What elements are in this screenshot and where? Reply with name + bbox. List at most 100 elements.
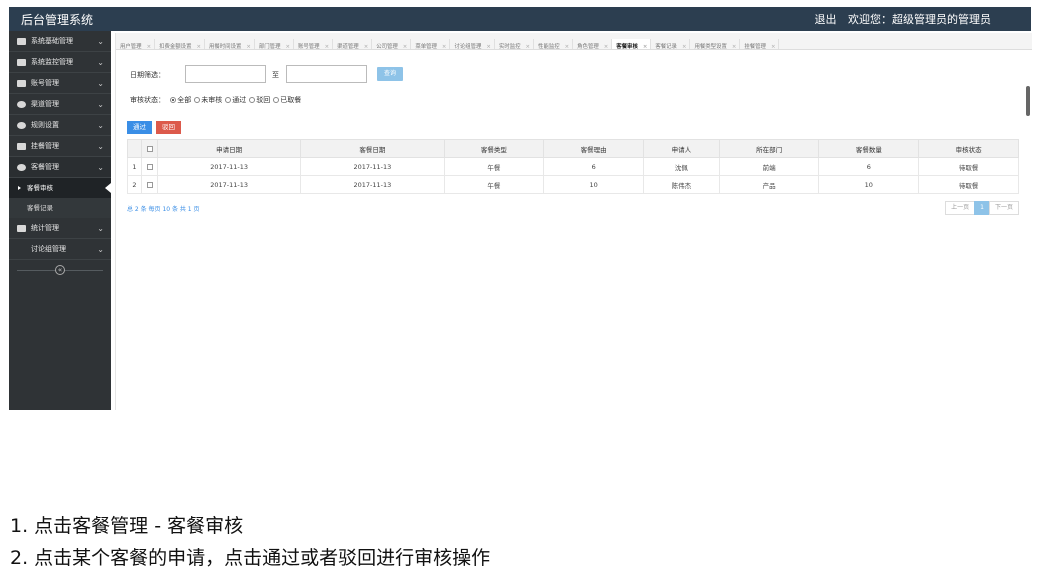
close-icon[interactable]: × — [246, 44, 251, 49]
sidebar-item-channel[interactable]: 渠道管理 ⌄ — [9, 94, 111, 115]
hand-icon — [17, 142, 26, 150]
cell-status: 待取餐 — [918, 157, 1019, 176]
tab-item[interactable]: 部门管理 × — [255, 39, 294, 49]
sidebar-item-account[interactable]: 账号管理 ⌄ — [9, 73, 111, 94]
status-filter: 审核状态： 全部 未审核 通过 驳回 已取餐 — [130, 95, 301, 105]
tab-label: 客餐记录 — [655, 44, 677, 50]
prev-page-button[interactable]: 上一页 — [945, 201, 976, 215]
row-index: 1 — [127, 157, 142, 176]
sidebar-item-label: 规则设置 — [31, 121, 59, 129]
tab-item[interactable]: 账号管理 × — [294, 39, 334, 50]
close-icon[interactable]: × — [771, 44, 776, 49]
sidebar-subitem-guest-meal-records[interactable]: 客餐记录 — [9, 198, 111, 218]
index-header — [127, 139, 142, 158]
table-row[interactable]: 2 2017-11-13 2017-11-13 午餐 10 陈伟杰 产品 10 … — [127, 175, 1019, 194]
next-page-button[interactable]: 下一页 — [988, 201, 1019, 215]
reject-button[interactable]: 驳回 — [156, 121, 181, 134]
close-icon[interactable]: × — [486, 44, 491, 49]
cell-quantity: 10 — [818, 175, 920, 194]
image-icon — [17, 79, 26, 87]
sidebar-item-discussion[interactable]: 讨论组管理 ⌄ — [9, 239, 111, 260]
close-icon[interactable]: × — [643, 44, 648, 49]
row-checkbox[interactable] — [146, 163, 153, 170]
tab-item[interactable]: 实时监控 × — [495, 39, 535, 50]
chevron-down-icon: ⌄ — [97, 79, 104, 88]
sidebar-item-system-monitor[interactable]: 系统监控管理 ⌄ — [9, 52, 111, 73]
cell-department: 前端 — [718, 157, 820, 176]
tab-item[interactable]: 客餐记录 × — [651, 39, 691, 50]
tab-label: 渠道管理 — [337, 44, 359, 50]
tab-item[interactable]: 性能监控 × — [534, 39, 574, 50]
page-number-button[interactable]: 1 — [974, 201, 990, 215]
close-icon[interactable]: × — [147, 44, 152, 49]
tab-item[interactable]: 扣费金额设置 × — [155, 39, 205, 49]
close-icon[interactable]: × — [682, 44, 687, 49]
chevron-down-icon: ⌄ — [97, 121, 104, 130]
status-radio[interactable] — [170, 97, 177, 103]
tab-item[interactable]: 讨论组管理 × — [450, 39, 495, 50]
status-radio[interactable] — [225, 97, 232, 103]
tab-item[interactable]: 用餐类型设置 × — [690, 39, 741, 49]
sidebar-item-label: 系统基础管理 — [31, 37, 73, 45]
close-icon[interactable]: × — [285, 44, 290, 49]
status-option-label: 通过 — [232, 96, 247, 104]
sidebar-item-rules[interactable]: 规则设置 ⌄ — [9, 115, 111, 136]
table-row[interactable]: 1 2017-11-13 2017-11-13 午餐 6 沈佩 前端 6 待取餐 — [127, 157, 1019, 176]
status-radio[interactable] — [194, 97, 201, 103]
close-icon[interactable]: × — [442, 44, 447, 49]
select-all-checkbox[interactable] — [146, 145, 153, 152]
cell-applicant: 沈佩 — [643, 157, 720, 176]
date-to-input[interactable] — [286, 65, 367, 83]
collapse-sidebar-button[interactable]: « — [55, 265, 65, 275]
sidebar-item-system-basic[interactable]: 系统基础管理 ⌄ — [9, 31, 111, 52]
sidebar-item-statistics[interactable]: 统计管理 ⌄ — [9, 218, 111, 239]
close-icon[interactable]: × — [565, 44, 570, 49]
row-select-cell — [141, 175, 158, 194]
close-icon[interactable]: × — [196, 44, 201, 49]
logout-link[interactable]: 退出 — [815, 13, 837, 26]
query-button[interactable]: 查询 — [377, 67, 403, 81]
tab-item[interactable]: 客餐审核 × — [612, 39, 652, 50]
tab-item[interactable]: 用餐时间设置 × — [205, 39, 255, 50]
date-to-label: 至 — [272, 71, 279, 79]
close-icon[interactable]: × — [604, 44, 609, 49]
sidebar-item-hang-meal[interactable]: 挂餐管理 ⌄ — [9, 136, 111, 157]
sidebar-item-guest-meal[interactable]: 客餐管理 ⌄ — [9, 157, 111, 178]
sidebar-item-label: 账号管理 — [31, 79, 59, 87]
tab-item[interactable]: 角色管理 × — [573, 39, 613, 49]
row-select-cell — [141, 157, 158, 176]
close-icon[interactable]: × — [364, 44, 369, 49]
tab-item[interactable]: 用户管理 × — [116, 39, 156, 49]
date-from-input[interactable] — [185, 65, 266, 83]
tab-label: 用餐时间设置 — [209, 44, 242, 50]
status-radio[interactable] — [249, 97, 256, 103]
close-icon[interactable]: × — [325, 44, 330, 49]
sidebar-item-label: 统计管理 — [31, 224, 59, 232]
column-header: 客餐数量 — [818, 139, 920, 158]
status-radio[interactable] — [273, 97, 280, 103]
close-icon[interactable]: × — [403, 44, 408, 49]
tab-item[interactable]: 菜单管理 × — [411, 39, 451, 49]
tab-item[interactable]: 挂餐管理 × — [740, 39, 780, 49]
tab-label: 讨论组管理 — [454, 44, 482, 50]
column-header: 客餐理由 — [543, 139, 644, 158]
date-filter-label: 日期筛选： — [130, 71, 165, 79]
tab-label: 性能监控 — [538, 44, 560, 50]
approve-button[interactable]: 通过 — [127, 121, 152, 134]
top-bar: 后台管理系统 退出 欢迎您：超级管理员的管理员 — [9, 7, 1031, 31]
scrollbar-handle[interactable] — [1026, 86, 1030, 116]
row-checkbox[interactable] — [146, 181, 153, 188]
close-icon[interactable]: × — [526, 44, 531, 49]
sidebar: 系统基础管理 ⌄ 系统监控管理 ⌄ 账号管理 ⌄ 渠道管理 ⌄ 规则设置 ⌄ 挂… — [9, 31, 111, 410]
tab-label: 账号管理 — [298, 44, 320, 50]
close-icon[interactable]: × — [732, 44, 737, 49]
share-icon — [17, 100, 26, 108]
sidebar-subitem-guest-meal-review[interactable]: 客餐审核 — [9, 178, 111, 198]
tab-label: 实时监控 — [498, 44, 521, 50]
instruction-step: 2. 点击某个客餐的申请，点击通过或者驳回进行审核操作 — [10, 547, 491, 569]
cell-meal-date: 2017-11-13 — [300, 175, 445, 194]
tab-item[interactable]: 公司管理 × — [372, 39, 412, 49]
tab-label: 客餐审核 — [616, 44, 638, 50]
monitor-icon — [17, 37, 26, 45]
tab-item[interactable]: 渠道管理 × — [333, 39, 373, 50]
